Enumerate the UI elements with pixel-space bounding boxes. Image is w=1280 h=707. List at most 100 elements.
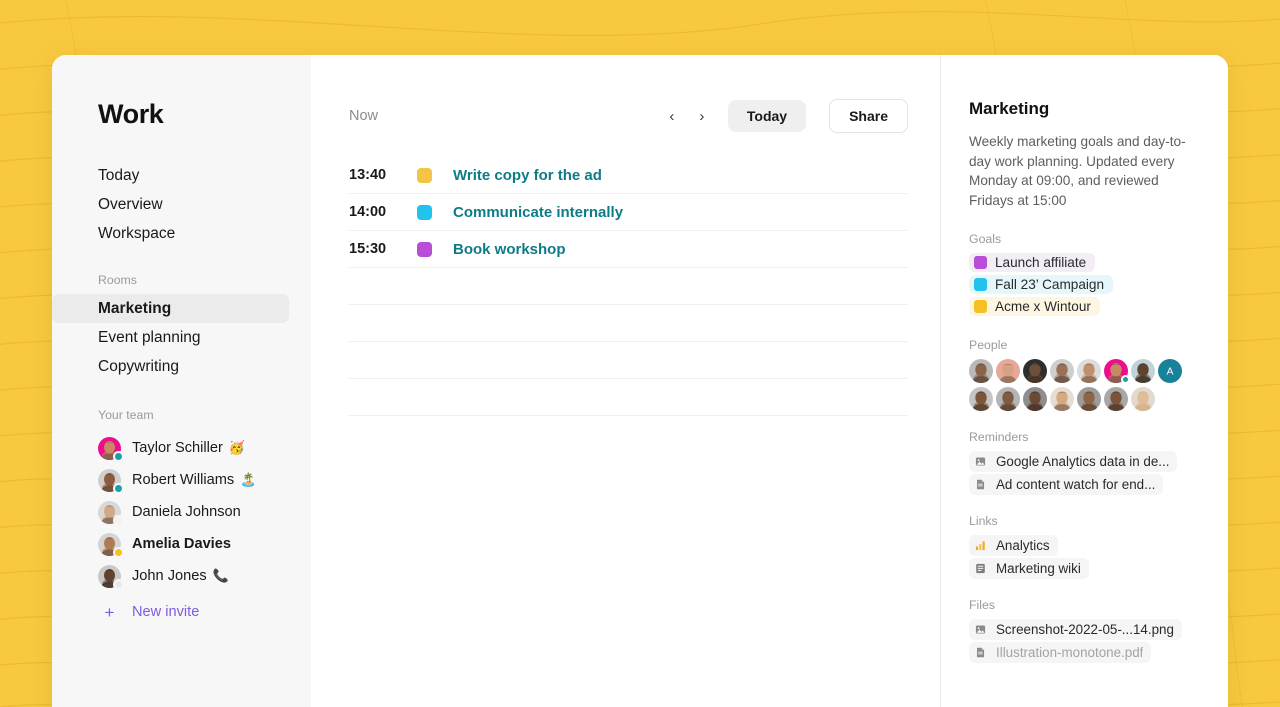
goal-color-swatch [974,278,987,291]
sidebar-primary-nav: Today Overview Workspace [52,161,311,248]
links-section-label: Links [969,514,998,528]
agenda-header: Now ‹ › Today Share [349,99,908,133]
new-invite-button[interactable]: + New invite [52,596,311,628]
team-member-row[interactable]: Taylor Schiller 🥳 [52,432,311,464]
presence-badge [113,578,124,590]
agenda-empty-slot[interactable] [349,379,908,416]
avatar[interactable] [1023,359,1047,383]
list-item[interactable]: Marketing wiki [969,558,1089,579]
agenda-row[interactable]: 15:30 Book workshop [349,231,908,268]
files-section-label: Files [969,598,995,612]
goals-list: Launch affiliate Fall 23’ Campaign Acme x … [969,253,1204,319]
reminders-section-label: Reminders [969,430,1029,444]
agenda-header-actions: ‹ › Today Share [660,99,908,133]
sidebar-item-event-planning[interactable]: Event planning [52,323,289,352]
sidebar-item-workspace[interactable]: Workspace [52,219,311,248]
list-item[interactable]: Analytics [969,535,1058,556]
avatar [98,436,124,462]
chevron-right-icon[interactable]: › [690,102,714,130]
image-file-icon [974,455,987,468]
people-section-label: People [969,338,1008,352]
agenda-row[interactable]: 14:00 Communicate internally [349,194,908,231]
sidebar-item-copywriting[interactable]: Copywriting [52,352,289,381]
svg-text:A: A [1167,367,1174,378]
avatar [98,532,124,558]
list-item-label: Marketing wiki [996,561,1081,576]
avatar[interactable] [1104,387,1128,411]
files-section: Files Screenshot-2022-05-...14.png Illust… [969,598,1204,663]
agenda-empty-slot[interactable] [349,268,908,305]
avatar [98,468,124,494]
avatar[interactable] [1023,387,1047,411]
new-invite-label: New invite [132,604,200,620]
document-file-icon [974,478,987,491]
avatar[interactable] [1104,359,1130,384]
bar-chart-icon [974,539,987,552]
team-member-row[interactable]: Daniela Johnson [52,496,311,528]
list-item[interactable]: Google Analytics data in de... [969,451,1178,472]
presence-badge [1121,375,1130,384]
avatar[interactable] [1131,387,1155,411]
avatar[interactable] [1077,387,1101,411]
avatar[interactable] [1050,359,1074,383]
presence-badge [113,450,124,462]
panel-title: Marketing [969,99,1050,118]
share-button[interactable]: Share [829,99,908,133]
sidebar-item-marketing[interactable]: Marketing [52,294,289,323]
panel-description: Weekly marketing goals and day-to-day wo… [969,134,1186,208]
team-member-row[interactable]: Robert Williams 🏝️ [52,464,311,496]
goals-section-label: Goals [969,232,1002,246]
plus-icon: + [104,602,115,622]
avatar[interactable] [996,387,1020,411]
list-item[interactable]: Screenshot-2022-05-...14.png [969,619,1182,640]
sidebar-item-today[interactable]: Today [52,161,311,190]
team-member-row[interactable]: Amelia Davies [52,528,311,560]
goal-pill[interactable]: Acme x Wintour [969,297,1100,316]
goal-pill[interactable]: Fall 23’ Campaign [969,275,1114,294]
agenda-empty-slot[interactable] [349,342,908,379]
team-member-status-emoji: 📞 [212,568,229,583]
avatar[interactable] [1050,387,1074,411]
note-icon [974,562,987,575]
team-member-name: Taylor Schiller [132,440,223,456]
sidebar-item-label: Today [98,167,140,184]
team-member-name: Daniela Johnson [132,504,241,520]
avatar[interactable] [969,387,993,411]
list-item[interactable]: Ad content watch for end... [969,474,1164,495]
goal-color-swatch [974,300,987,313]
avatar[interactable]: A [1158,359,1182,383]
team-member-status-emoji: 🏝️ [240,472,257,487]
goal-label: Fall 23’ Campaign [995,277,1105,292]
avatar[interactable] [996,359,1020,383]
agenda-time: 15:30 [349,241,387,257]
agenda-color-swatch [417,167,432,183]
team-member-name: Amelia Davies [132,536,231,552]
avatar[interactable] [969,359,993,383]
avatar[interactable] [1077,359,1101,383]
team-member-row[interactable]: John Jones 📞 [52,560,311,592]
agenda-empty-slot[interactable] [349,305,908,342]
app-card: Work Today Overview Workspace Rooms Mark… [52,55,1228,707]
people-avatar-grid: A [969,359,1204,411]
team-member-name: John Jones [132,568,207,584]
reminders-section: Reminders Google Analytics data in de...… [969,430,1204,495]
document-file-icon [974,646,987,659]
list-item[interactable]: Illustration-monotone.pdf [969,642,1152,663]
agenda-color-swatch [417,204,432,220]
chevron-left-icon[interactable]: ‹ [660,102,684,130]
people-section: People A [969,338,1204,411]
agenda-row[interactable]: 13:40 Write copy for the ad [349,157,908,194]
agenda-title: Communicate internally [453,203,624,221]
now-label: Now [349,108,379,124]
team-list: Taylor Schiller 🥳 Robert Williams 🏝️ Daniela… [52,432,311,592]
sidebar-item-label: Workspace [98,225,176,242]
sidebar-item-overview[interactable]: Overview [52,190,311,219]
rooms-section-label: Rooms [98,273,137,287]
workspace-title: Work [98,99,164,129]
goal-pill[interactable]: Launch affiliate [969,253,1096,272]
today-button[interactable]: Today [727,100,807,132]
list-item-label: Ad content watch for end... [996,477,1156,492]
avatar[interactable] [1131,359,1155,383]
sidebar-item-label: Overview [98,196,163,213]
avatar [98,500,124,526]
